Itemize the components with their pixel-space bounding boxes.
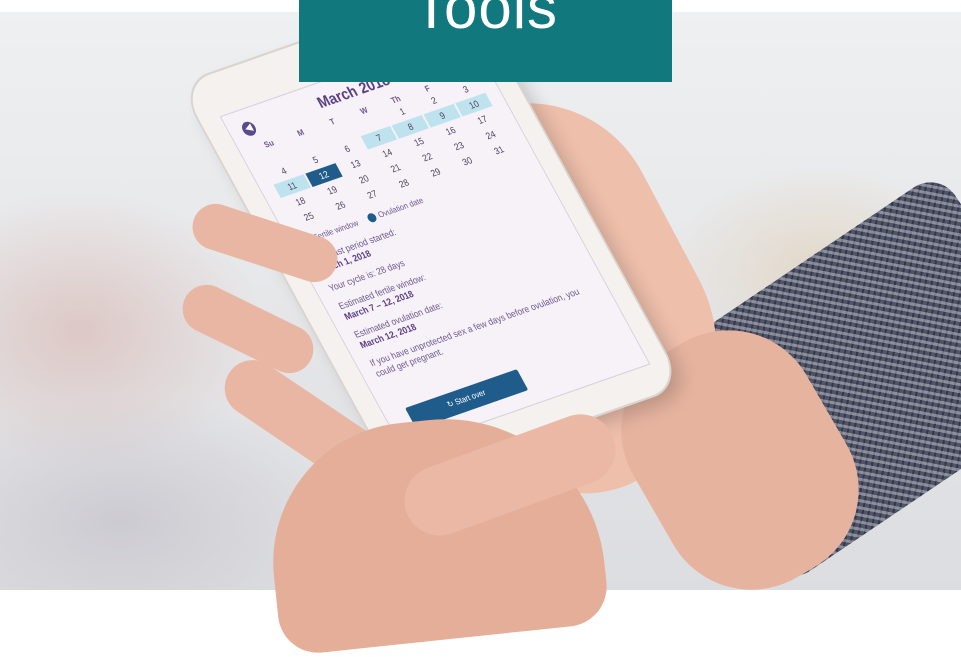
ovulation-swatch	[366, 212, 379, 224]
banner-title: Tools	[412, 0, 559, 41]
title-banner: Tools	[299, 0, 672, 82]
